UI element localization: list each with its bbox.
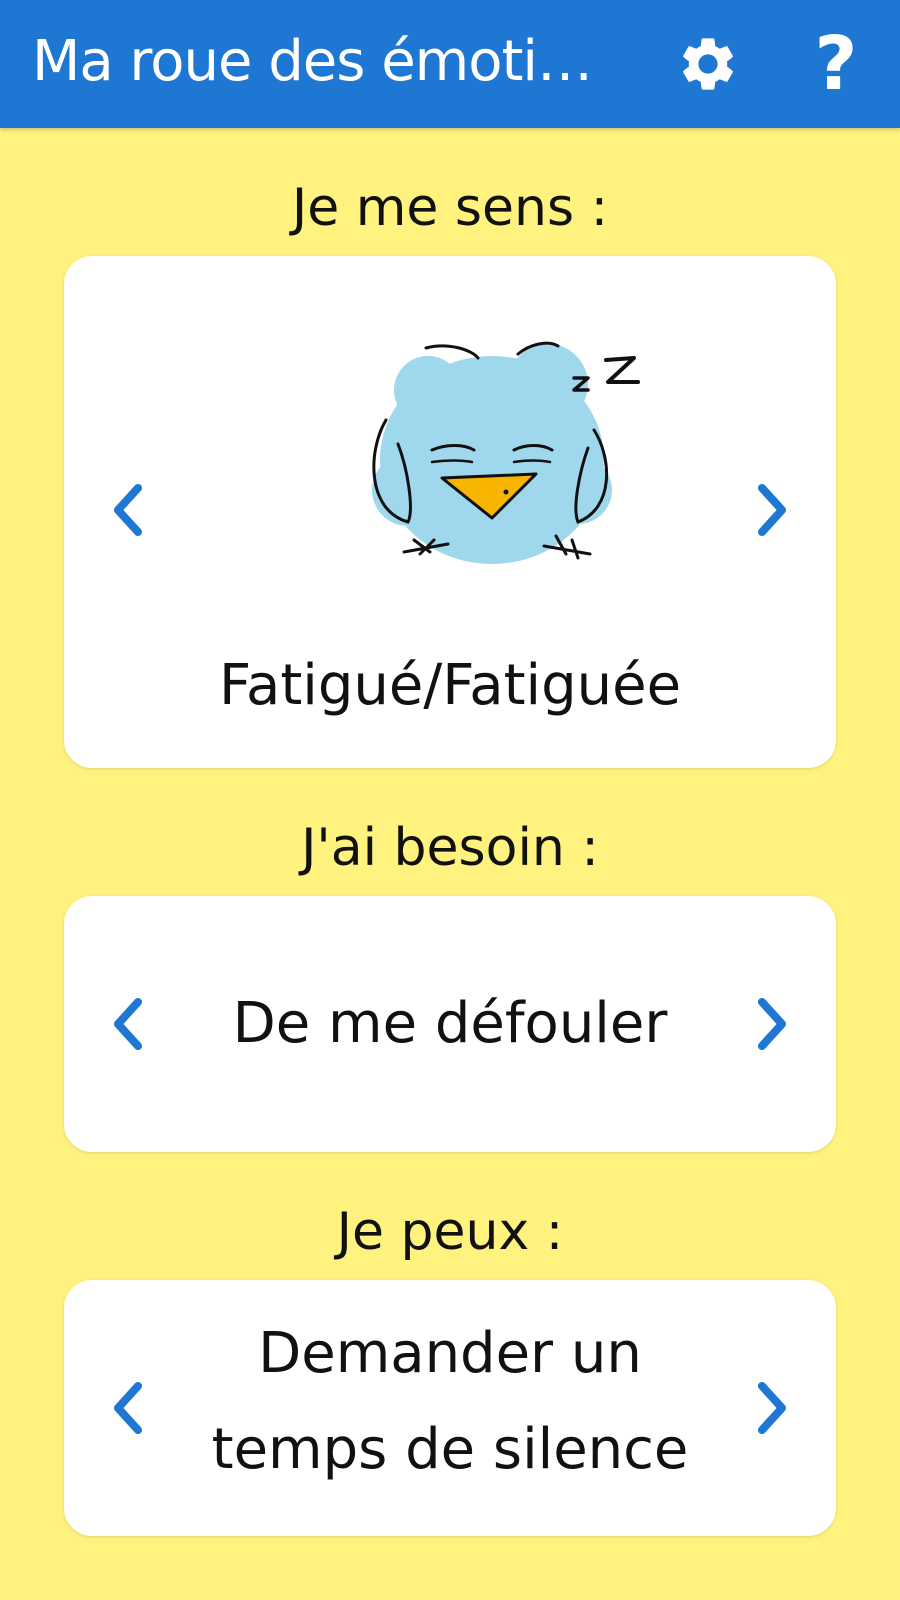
chevron-right-icon xyxy=(758,998,786,1050)
chevron-right-icon xyxy=(758,1382,786,1434)
can-card: Demander un temps de silence xyxy=(64,1280,836,1536)
app-title: Ma roue des émotio... xyxy=(32,29,612,94)
need-value: De me défouler xyxy=(232,991,668,1056)
feeling-heading: Je me sens : xyxy=(291,178,609,238)
chevron-left-icon xyxy=(114,1382,142,1434)
help-button[interactable]: ? xyxy=(802,21,870,107)
chevron-right-icon xyxy=(758,484,786,536)
feeling-next-button[interactable] xyxy=(742,470,802,550)
need-heading: J'ai besoin : xyxy=(301,818,599,878)
feeling-value: Fatigué/Fatiguée xyxy=(218,653,682,718)
app-bar: Ma roue des émotio... ? xyxy=(0,0,900,128)
need-card: De me défouler xyxy=(64,896,836,1152)
gear-icon xyxy=(683,38,733,90)
can-heading: Je peux : xyxy=(336,1202,564,1262)
can-previous-button[interactable] xyxy=(98,1368,158,1448)
can-next-button[interactable] xyxy=(742,1368,802,1448)
chevron-left-icon xyxy=(114,998,142,1050)
need-next-button[interactable] xyxy=(742,984,802,1064)
chevron-left-icon xyxy=(114,484,142,536)
sleeping-bird-illustration xyxy=(372,341,640,564)
settings-button[interactable] xyxy=(674,30,742,98)
question-mark-icon: ? xyxy=(814,21,858,107)
feeling-previous-button[interactable] xyxy=(98,470,158,550)
feeling-card: Fatigué/Fatiguée xyxy=(64,256,836,768)
need-previous-button[interactable] xyxy=(98,984,158,1064)
can-value: Demander un temps de silence xyxy=(211,1321,689,1482)
